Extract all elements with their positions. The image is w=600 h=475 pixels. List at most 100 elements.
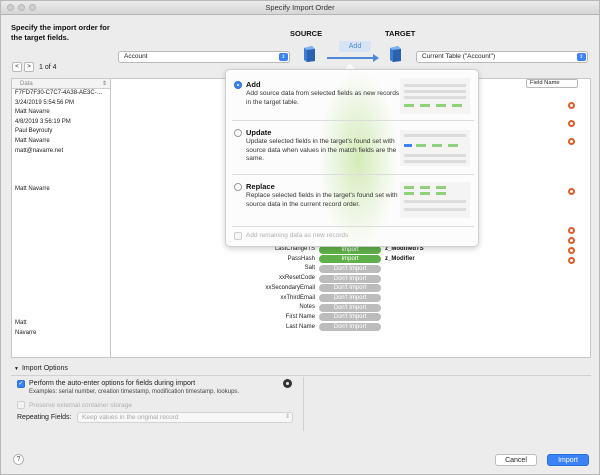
import-action-toggle[interactable]: Don't Import xyxy=(319,274,381,283)
option-add[interactable]: Add Add source data from selected fields… xyxy=(234,80,400,116)
radio-add[interactable] xyxy=(234,81,242,89)
import-mode-button[interactable]: Add xyxy=(339,41,371,52)
import-action-toggle[interactable]: Import xyxy=(319,255,381,264)
import-action-toggle[interactable]: Don't Import xyxy=(319,313,381,322)
add-remaining-checkbox[interactable] xyxy=(234,232,242,240)
chevron-updown-icon: ⇕ xyxy=(284,414,290,420)
import-action-toggle[interactable]: Don't Import xyxy=(319,323,381,332)
source-field-name: Salt xyxy=(304,265,315,272)
list-item xyxy=(12,166,110,176)
window-title: Specify Import Order xyxy=(265,3,335,12)
add-remaining-label: Add remaining data as new records xyxy=(246,232,349,239)
source-column-header-label: Data xyxy=(20,81,33,87)
option-replace-title: Replace xyxy=(246,182,275,191)
gear-icon[interactable] xyxy=(568,237,575,244)
option-separator xyxy=(232,226,474,227)
field-name-column-header[interactable]: Field Name xyxy=(526,79,578,88)
source-field-name: xxThirdEmail xyxy=(280,294,315,301)
list-item xyxy=(12,175,110,185)
auto-enter-label: Perform the auto-enter options for field… xyxy=(29,380,196,387)
option-separator xyxy=(232,120,474,121)
source-column-header[interactable]: Data ⇕ xyxy=(12,79,110,89)
import-order-window: Specify Import Order Specify the import … xyxy=(0,0,600,475)
gear-icon[interactable] xyxy=(568,120,575,127)
repeating-fields-value: Keep values in the original record xyxy=(82,414,179,421)
previous-record-button[interactable]: < xyxy=(12,62,22,72)
source-field-name: xxResetCode xyxy=(278,275,315,282)
next-record-button[interactable]: > xyxy=(24,62,34,72)
auto-enter-checkbox[interactable]: ✓ xyxy=(17,380,25,388)
gear-icon[interactable] xyxy=(568,227,575,234)
option-update-desc: Update selected fields in the target's f… xyxy=(246,138,397,162)
instruction-text: Specify the import order for the target … xyxy=(11,23,110,42)
import-action-toggle[interactable]: Don't Import xyxy=(319,264,381,273)
gear-icon[interactable] xyxy=(568,102,575,109)
import-button[interactable]: Import xyxy=(547,454,589,466)
sort-icon: ⇕ xyxy=(101,81,107,87)
chevron-updown-icon: ⇕ xyxy=(577,53,586,61)
zoom-window-icon[interactable] xyxy=(29,4,36,11)
import-action-popover: Add Add source data from selected fields… xyxy=(225,69,479,247)
option-replace[interactable]: Replace Replace selected fields in the t… xyxy=(234,182,400,222)
list-item: Matt Navarre xyxy=(15,185,50,192)
target-select-value: Current Table ("Account") xyxy=(422,53,496,60)
import-options-title: Import Options xyxy=(21,365,68,372)
table-row: xxResetCode Don't Import xyxy=(1,274,600,283)
import-arrow-line xyxy=(327,57,377,59)
list-item: matt@navarre.net xyxy=(15,147,64,154)
add-preview-icon xyxy=(400,78,470,114)
preserve-container-label: Preserve external container storage xyxy=(29,402,132,409)
table-row: Last Name Don't Import xyxy=(1,323,600,332)
cancel-button[interactable]: Cancel xyxy=(495,454,537,466)
list-item xyxy=(12,195,110,205)
repeating-fields-select[interactable]: Keep values in the original record ⇕ xyxy=(77,412,293,423)
list-item xyxy=(12,156,110,166)
disclosure-triangle-icon: ▼ xyxy=(14,366,19,372)
target-title: TARGET xyxy=(385,29,416,38)
replace-preview-icon xyxy=(400,182,470,218)
import-action-toggle[interactable]: Don't Import xyxy=(319,284,381,293)
update-preview-icon xyxy=(400,130,470,166)
gear-icon[interactable] xyxy=(568,138,575,145)
table-row: xxThirdEmail Don't Import xyxy=(1,294,600,303)
list-item: 4/8/2019 3:56:19 PM xyxy=(15,118,71,125)
title-bar: Specify Import Order xyxy=(1,1,599,15)
list-item: Matt Navarre xyxy=(15,137,50,144)
import-options-toggle[interactable]: ▼ Import Options xyxy=(14,365,68,372)
option-add-desc: Add source data from selected fields as … xyxy=(246,90,400,106)
gear-icon[interactable] xyxy=(283,379,292,388)
radio-update[interactable] xyxy=(234,129,242,137)
record-counter: 1 of 4 xyxy=(39,63,57,71)
help-button[interactable]: ? xyxy=(13,454,24,465)
close-window-icon[interactable] xyxy=(7,4,14,11)
table-row: PassHash Import z_Modifier xyxy=(1,255,600,264)
table-row: First Name Don't Import xyxy=(1,313,600,322)
gear-icon[interactable] xyxy=(568,188,575,195)
target-field-name: z_Modifier xyxy=(385,255,415,262)
list-item: Paul Beyrouty xyxy=(15,128,53,135)
option-update[interactable]: Update Update selected fields in the tar… xyxy=(234,128,400,172)
record-navigation: < > 1 of 4 xyxy=(12,62,57,72)
auto-enter-examples: Examples: serial number, creation timest… xyxy=(29,389,240,395)
option-update-title: Update xyxy=(246,128,272,137)
source-database-icon xyxy=(304,46,315,62)
list-item: F7FD7F30-C7C7-4A38-AE3C-… xyxy=(15,90,103,96)
list-item xyxy=(12,223,110,233)
minimize-window-icon[interactable] xyxy=(18,4,25,11)
arrow-right-icon xyxy=(373,54,379,62)
source-select[interactable]: Account ⇕ xyxy=(118,51,290,63)
source-select-value: Account xyxy=(124,53,148,60)
radio-replace[interactable] xyxy=(234,183,242,191)
preserve-container-checkbox[interactable] xyxy=(17,401,25,409)
table-row: xxSecondaryEmail Don't Import xyxy=(1,284,600,293)
repeating-fields-label: Repeating Fields: xyxy=(17,414,72,421)
target-select[interactable]: Current Table ("Account") ⇕ xyxy=(416,51,588,63)
option-add-title: Add xyxy=(246,80,261,89)
window-controls xyxy=(7,4,36,11)
chevron-updown-icon: ⇕ xyxy=(279,53,288,61)
option-separator xyxy=(232,174,474,175)
list-item xyxy=(12,214,110,224)
list-item xyxy=(12,233,110,243)
import-action-toggle[interactable]: Don't Import xyxy=(319,294,381,302)
import-action-toggle[interactable]: Don't Import xyxy=(319,303,381,312)
